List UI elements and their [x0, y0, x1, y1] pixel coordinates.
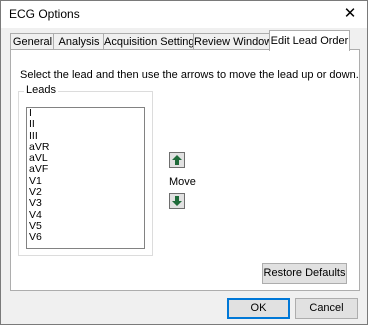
list-item[interactable]: V6: [27, 231, 144, 243]
list-item[interactable]: V4: [27, 209, 144, 221]
close-icon[interactable]: ✕: [333, 1, 367, 27]
tab-edit-lead-order[interactable]: Edit Lead Order: [269, 30, 350, 51]
tab-review-window[interactable]: Review Window: [193, 33, 272, 50]
window-title: ECG Options: [9, 7, 80, 21]
list-item[interactable]: V5: [27, 220, 144, 232]
tab-acquisition-settings[interactable]: Acquisition Settings: [103, 33, 200, 50]
restore-defaults-button[interactable]: Restore Defaults: [262, 263, 347, 284]
list-item[interactable]: II: [27, 118, 144, 130]
list-item[interactable]: I: [27, 107, 144, 119]
list-item[interactable]: V2: [27, 186, 144, 198]
move-label: Move: [169, 176, 196, 188]
ecg-options-dialog: ECG Options ✕ General Analysis Acquisiti…: [0, 0, 368, 325]
tab-general[interactable]: General: [10, 33, 55, 50]
leads-listbox[interactable]: I II III aVR aVL aVF V1 V2 V3 V4 V5 V6: [26, 107, 145, 249]
arrow-up-icon: [172, 155, 182, 165]
leads-group-label: Leads: [24, 84, 58, 96]
list-item[interactable]: aVF: [27, 164, 144, 176]
list-item[interactable]: V3: [27, 198, 144, 210]
tab-analysis[interactable]: Analysis: [53, 33, 105, 50]
move-up-button[interactable]: [169, 152, 185, 168]
move-down-button[interactable]: [169, 193, 185, 209]
instruction-text: Select the lead and then use the arrows …: [20, 69, 359, 81]
ok-button[interactable]: OK: [227, 298, 290, 319]
arrow-down-icon: [172, 196, 182, 206]
title-bar: ECG Options ✕: [1, 1, 367, 28]
edit-lead-order-panel: Select the lead and then use the arrows …: [10, 49, 360, 291]
list-item[interactable]: V1: [27, 175, 144, 187]
leads-group: Leads I II III aVR aVL aVF V1 V2 V3 V4 V…: [18, 84, 153, 256]
cancel-button[interactable]: Cancel: [295, 298, 358, 319]
